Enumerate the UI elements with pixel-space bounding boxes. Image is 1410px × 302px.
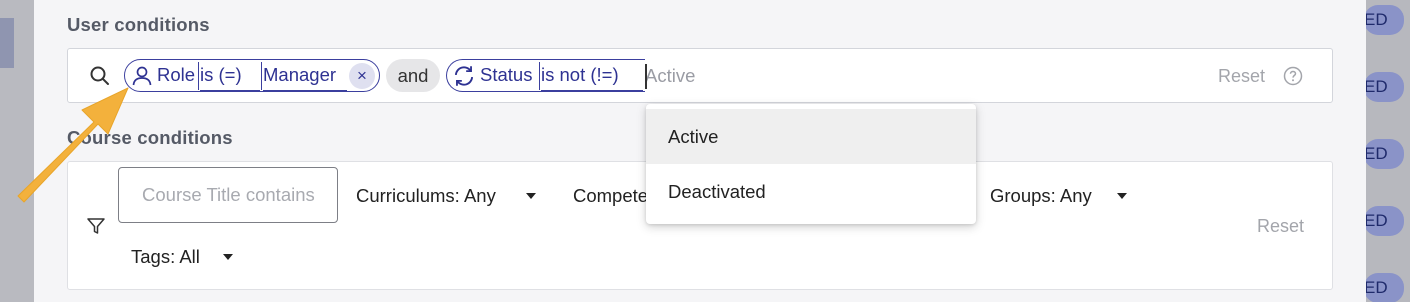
condition-value-input[interactable] [645,62,825,90]
and-connector[interactable]: and [386,59,440,92]
groups-dropdown[interactable]: Groups: Any [990,185,1092,207]
chip-underline [263,90,347,92]
chip-field[interactable]: Role [157,64,195,86]
chip-divider [539,62,540,90]
status-badge: ED [1364,206,1404,236]
user-conditions-reset-button[interactable]: Reset [1218,66,1265,87]
chevron-down-icon [526,193,536,199]
user-conditions-title: User conditions [67,14,210,35]
chip-value[interactable]: Manager [263,64,336,86]
status-badge: ED [1364,139,1404,169]
status-badge: ED [1364,5,1404,35]
status-value-menu: Active Deactivated [646,104,976,224]
chevron-down-icon [1117,193,1127,199]
chip-underline [200,90,260,92]
backdrop-right: ED ED ED ED ED [1364,0,1410,302]
filter-icon [87,218,105,234]
course-title-input[interactable] [118,167,338,223]
curriculums-dropdown[interactable]: Curriculums: Any [356,185,496,207]
annotation-arrow-icon [17,87,129,203]
menu-item-deactivated[interactable]: Deactivated [646,164,976,219]
tags-dropdown[interactable]: Tags: All [131,246,200,268]
chevron-down-icon [223,254,233,260]
chip-divider [198,62,199,90]
remove-chip-button[interactable]: × [349,63,375,89]
menu-item-active[interactable]: Active [646,109,976,164]
refresh-icon [454,66,474,86]
chip-operator[interactable]: is not (!=) [541,64,619,86]
chip-field[interactable]: Status [480,64,532,86]
backdrop-strip [0,18,14,68]
status-badge: ED [1364,273,1404,302]
chip-underline [541,90,643,92]
chip-divider [261,62,262,90]
help-icon[interactable] [1283,66,1303,86]
course-conditions-reset-button[interactable]: Reset [1257,216,1304,237]
status-badge: ED [1364,72,1404,102]
chip-operator[interactable]: is (=) [200,64,242,86]
text-caret [645,64,647,89]
